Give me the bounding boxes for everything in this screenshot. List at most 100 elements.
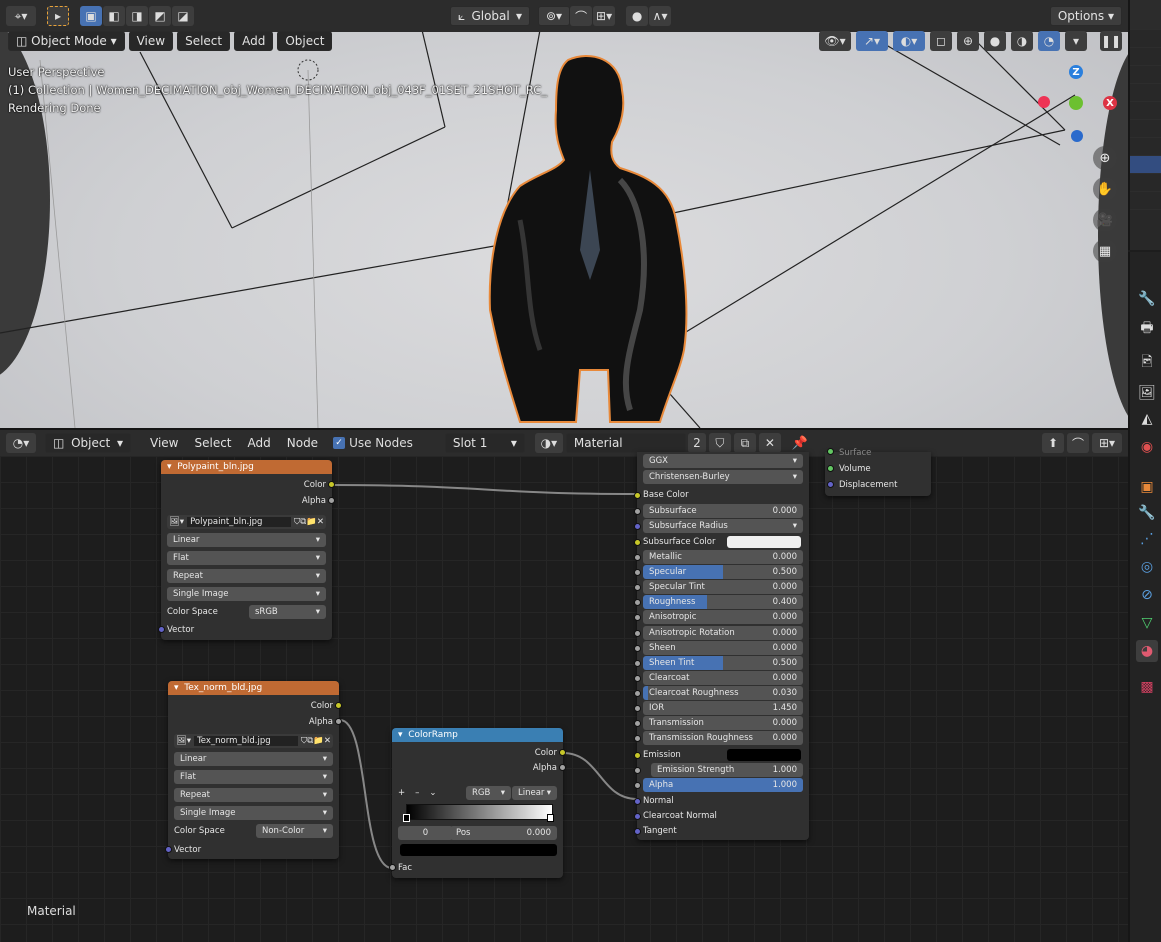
shader-type-dropdown[interactable]: ◫ Object ▾ xyxy=(45,433,131,453)
subsurface-radius-dropdown[interactable]: Subsurface Radius ▾ xyxy=(643,519,803,533)
user-count[interactable]: 2 xyxy=(687,433,706,453)
image-selector[interactable]: 🖼▾ Polypaint_bln.jpg ⛉⧉📁✕ xyxy=(167,515,326,529)
projection-dropdown[interactable]: Flat ▾ xyxy=(174,770,333,784)
input-emission-strength-socket[interactable] xyxy=(634,767,641,774)
select-intersect-icon[interactable]: ◪ xyxy=(172,6,194,26)
data-tab-icon[interactable]: ▽ xyxy=(1136,612,1158,634)
bsdf-slider[interactable]: Anisotropic 0.000 xyxy=(643,610,803,624)
list-item[interactable] xyxy=(1130,84,1161,102)
editor-type-icon[interactable]: ◔▾ xyxy=(6,433,36,453)
emission-color-swatch[interactable] xyxy=(727,749,801,761)
select-extend-icon[interactable]: ◧ xyxy=(103,6,125,26)
mode-dropdown[interactable]: ◫ Object Mode ▾ xyxy=(8,31,125,51)
shield-icon[interactable]: ⛉⧉📁✕ xyxy=(301,736,331,746)
source-dropdown[interactable]: Single Image ▾ xyxy=(174,806,333,820)
add-stop-icon[interactable]: + xyxy=(398,788,405,798)
bsdf-slider[interactable]: Transmission 0.000 xyxy=(643,716,803,730)
bsdf-slider[interactable]: Metallic 0.000 xyxy=(643,550,803,564)
stop-position-field[interactable]: Pos 0.000 xyxy=(450,826,557,840)
use-nodes-checkbox[interactable]: ✓ Use Nodes xyxy=(327,436,419,450)
physics-tab-icon[interactable]: ◎ xyxy=(1136,556,1158,578)
input-socket[interactable] xyxy=(634,584,641,591)
transform-orientation-dropdown[interactable]: ⟀ Global ▾ xyxy=(450,6,530,26)
principled-bsdf-node[interactable]: GGX ▾ Christensen-Burley ▾ Base Color Subs… xyxy=(634,452,809,840)
output-alpha-socket[interactable] xyxy=(328,497,335,504)
shader-node-editor[interactable]: ◔▾ ◫ Object ▾ View Select Add Node ✓ Use… xyxy=(0,428,1128,942)
ortho-grid-icon[interactable]: ▦ xyxy=(1093,239,1117,263)
gizmo-toggle-icon[interactable]: ↗▾ xyxy=(856,31,888,51)
shading-rendered-icon[interactable]: ◔ xyxy=(1038,31,1060,51)
menu-select[interactable]: Select xyxy=(177,31,231,51)
3d-viewport[interactable]: ⌖▾ ▸ ▣ ◧ ◨ ◩ ◪ ⟀ Global ▾ ⊚▾ ⌒ ⊞▾ ● ∧▾ O… xyxy=(0,0,1128,428)
snap-icon[interactable]: ⌒ xyxy=(570,6,593,26)
outliner-panel[interactable] xyxy=(1128,0,1161,250)
input-socket[interactable] xyxy=(634,554,641,561)
gizmo-neg-z-axis[interactable] xyxy=(1071,130,1083,142)
bsdf-slider[interactable]: Clearcoat 0.000 xyxy=(643,671,803,685)
input-socket[interactable] xyxy=(634,614,641,621)
collapse-chevron-icon[interactable]: ▾ xyxy=(398,730,408,740)
world-tab-icon[interactable]: ◉ xyxy=(1136,436,1158,458)
input-subsurface-socket[interactable] xyxy=(634,508,641,515)
input-socket[interactable] xyxy=(634,705,641,712)
input-normal-socket[interactable] xyxy=(634,798,641,805)
remove-stop-icon[interactable]: – xyxy=(415,788,419,798)
stop-color-swatch[interactable] xyxy=(400,844,557,856)
subsurface-color-swatch[interactable] xyxy=(727,536,801,548)
camera-view-icon[interactable]: 🎥 xyxy=(1093,208,1117,232)
ramp-menu-chevron-icon[interactable]: ⌄ xyxy=(429,788,436,798)
menu-object[interactable]: Object xyxy=(277,31,333,51)
node-header[interactable]: ▾ Polypaint_bln.jpg xyxy=(161,460,332,474)
duplicate-material-icon[interactable]: ⧉ xyxy=(733,433,756,453)
list-item[interactable] xyxy=(1130,192,1161,210)
bsdf-slider[interactable]: Clearcoat Roughness 0.030 xyxy=(643,686,803,700)
output-color-socket[interactable] xyxy=(328,481,335,488)
pause-render-icon[interactable]: ❚❚ xyxy=(1100,31,1122,51)
input-socket[interactable] xyxy=(634,720,641,727)
list-item-selected[interactable] xyxy=(1130,156,1161,174)
collapse-chevron-icon[interactable]: ▾ xyxy=(167,462,177,472)
input-subsurface-color-socket[interactable] xyxy=(634,539,641,546)
gizmo-y-axis[interactable] xyxy=(1069,96,1083,110)
gizmo-x-axis[interactable]: X xyxy=(1103,96,1117,110)
distribution-dropdown[interactable]: GGX ▾ xyxy=(643,454,803,468)
snap-icon[interactable]: ⌒ xyxy=(1067,433,1089,453)
output-color-socket[interactable] xyxy=(335,702,342,709)
falloff-icon[interactable]: ∧▾ xyxy=(649,6,672,26)
source-dropdown[interactable]: Single Image ▾ xyxy=(167,587,326,601)
interpolation-dropdown[interactable]: Linear ▾ xyxy=(174,752,333,766)
list-item[interactable] xyxy=(1130,174,1161,192)
input-base-color-socket[interactable] xyxy=(634,492,641,499)
bsdf-slider[interactable]: IOR 1.450 xyxy=(643,701,803,715)
input-socket[interactable] xyxy=(634,645,641,652)
colorramp-node[interactable]: ▾ ColorRamp Color Alpha + – ⌄ RGB ▾ Linea… xyxy=(389,728,566,878)
bsdf-slider[interactable]: Anisotropic Rotation 0.000 xyxy=(643,626,803,640)
list-item[interactable] xyxy=(1130,66,1161,84)
list-item[interactable] xyxy=(1130,138,1161,156)
slot-dropdown[interactable]: Slot 1 ▾ xyxy=(444,433,525,453)
input-volume-socket[interactable] xyxy=(827,465,834,472)
modifier-tab-icon[interactable]: 🔧 xyxy=(1136,502,1158,524)
color-space-dropdown[interactable]: Non-Color ▾ xyxy=(256,824,333,838)
material-tab-icon[interactable]: ◕ xyxy=(1136,640,1158,662)
tool-tab-icon[interactable]: 🔧 xyxy=(1136,288,1158,310)
stop-index-field[interactable]: 0 xyxy=(398,826,453,840)
options-dropdown[interactable]: Options ▾ xyxy=(1049,6,1122,26)
bsdf-slider[interactable]: Specular Tint 0.000 xyxy=(643,580,803,594)
interpolation-dropdown[interactable]: Linear ▾ xyxy=(512,786,557,800)
bsdf-slider[interactable]: Specular 0.500 xyxy=(643,565,803,579)
select-invert-icon[interactable]: ◩ xyxy=(149,6,171,26)
input-surface-socket[interactable] xyxy=(827,448,834,455)
unlink-material-icon[interactable]: ✕ xyxy=(758,433,781,453)
material-output-node[interactable]: Surface Volume Displacement xyxy=(825,448,931,496)
emission-strength-field[interactable]: Emission Strength 1.000 xyxy=(651,763,803,777)
select-box-icon[interactable]: ▣ xyxy=(80,6,102,26)
menu-node[interactable]: Node xyxy=(280,436,325,450)
menu-view[interactable]: View xyxy=(128,31,174,51)
input-vector-socket[interactable] xyxy=(158,626,165,633)
select-subtract-icon[interactable]: ◨ xyxy=(126,6,148,26)
view-layer-tab-icon[interactable]: 🖼 xyxy=(1136,382,1158,404)
input-alpha-socket[interactable] xyxy=(634,782,641,789)
pan-hand-icon[interactable]: ✋ xyxy=(1093,177,1117,201)
material-name-field[interactable]: Material xyxy=(565,433,686,453)
